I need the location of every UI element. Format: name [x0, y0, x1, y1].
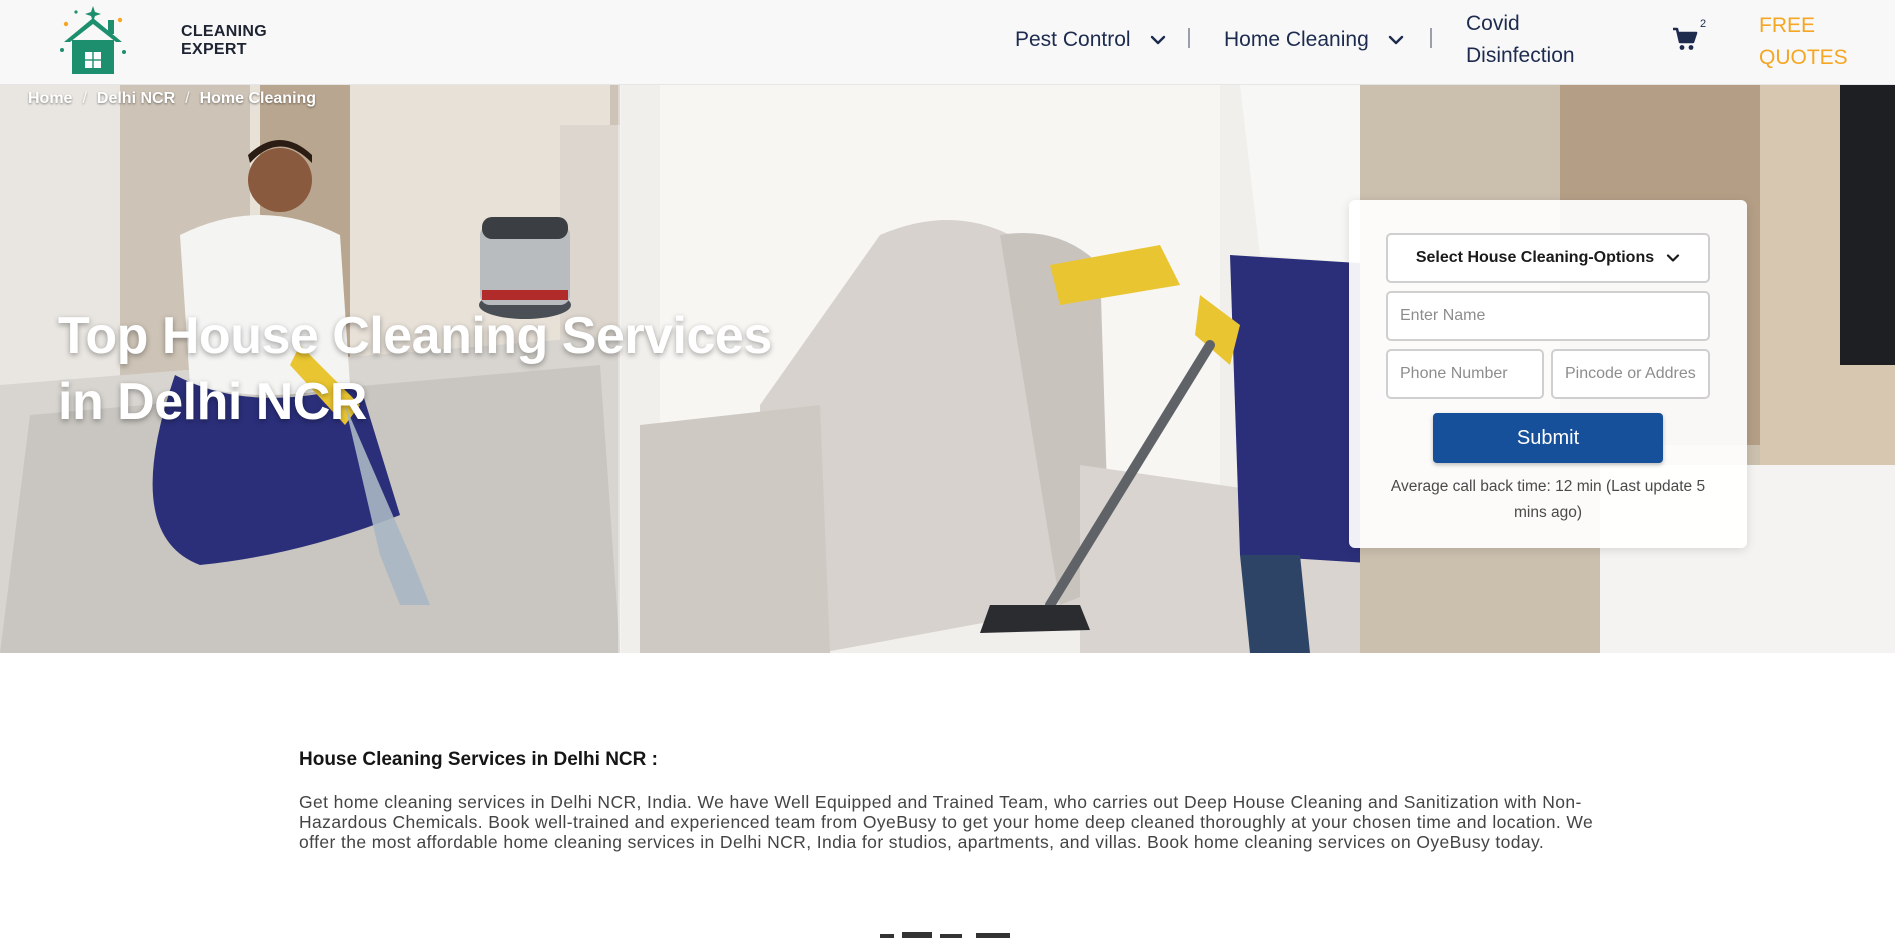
free-quotes-link[interactable]: FREE QUOTES — [1759, 10, 1869, 74]
brand-name[interactable]: CLEANING EXPERT — [181, 23, 267, 59]
chevron-down-icon — [1150, 35, 1165, 45]
breadcrumb-home[interactable]: Home — [28, 90, 72, 108]
cleaning-options-select[interactable]: Select House Cleaning-Options — [1386, 233, 1710, 283]
hero-banner: Home / Delhi NCR / Home Cleaning Top Hou… — [0, 85, 1895, 653]
cleaning-options-label: Select House Cleaning-Options — [1415, 249, 1655, 266]
nav-divider — [1188, 28, 1190, 48]
name-input[interactable] — [1386, 291, 1710, 341]
nav-pest-control[interactable]: Pest Control — [1015, 0, 1167, 80]
nav-divider — [1430, 28, 1432, 48]
section-title: House Cleaning Services in Delhi NCR : — [299, 749, 658, 770]
hero-title-line2: in Delhi NCR — [58, 373, 367, 431]
brand-name-line1: CLEANING — [181, 23, 267, 40]
chevron-down-icon — [1388, 35, 1403, 45]
nav-covid-label-line1: Covid — [1466, 12, 1520, 35]
nav-covid-label-line2: Disinfection — [1466, 44, 1575, 67]
breadcrumb: Home / Delhi NCR / Home Cleaning — [28, 90, 316, 108]
submit-button[interactable]: Submit — [1433, 413, 1663, 463]
nav-pest-control-label: Pest Control — [1015, 28, 1131, 51]
breadcrumb-separator: / — [185, 90, 190, 107]
phone-input[interactable] — [1386, 349, 1544, 399]
breadcrumb-delhi-ncr[interactable]: Delhi NCR — [97, 90, 175, 108]
nav-home-cleaning-label: Home Cleaning — [1224, 28, 1369, 51]
breadcrumb-home-cleaning[interactable]: Home Cleaning — [200, 90, 316, 108]
quote-form: Select House Cleaning-Options Submit Ave… — [1349, 200, 1747, 548]
hero-title: Top House Cleaning Services in Delhi NCR — [58, 303, 818, 435]
brand-name-line2: EXPERT — [181, 41, 247, 58]
nav-home-cleaning[interactable]: Home Cleaning — [1224, 0, 1405, 80]
site-header: CLEANING EXPERT Pest Control Home Cleani… — [0, 0, 1895, 85]
hero-title-line1: Top House Cleaning Services — [58, 307, 772, 365]
address-input[interactable] — [1551, 349, 1710, 399]
house-logo-icon[interactable] — [56, 4, 130, 78]
nav-covid-disinfection[interactable]: Covid Disinfection — [1466, 8, 1575, 74]
cart-icon[interactable] — [1672, 26, 1698, 52]
cart-count-badge: 2 — [1700, 18, 1707, 30]
breadcrumb-separator: / — [82, 90, 87, 107]
callback-time-note: Average call back time: 12 min (Last upd… — [1390, 478, 1706, 521]
section-description: Get home cleaning services in Delhi NCR,… — [299, 792, 1594, 852]
free-quotes-line2: QUOTES — [1759, 46, 1848, 69]
chevron-down-icon — [1667, 254, 1680, 262]
next-heading-cutoff — [880, 932, 1010, 938]
free-quotes-line1: FREE — [1759, 14, 1816, 37]
